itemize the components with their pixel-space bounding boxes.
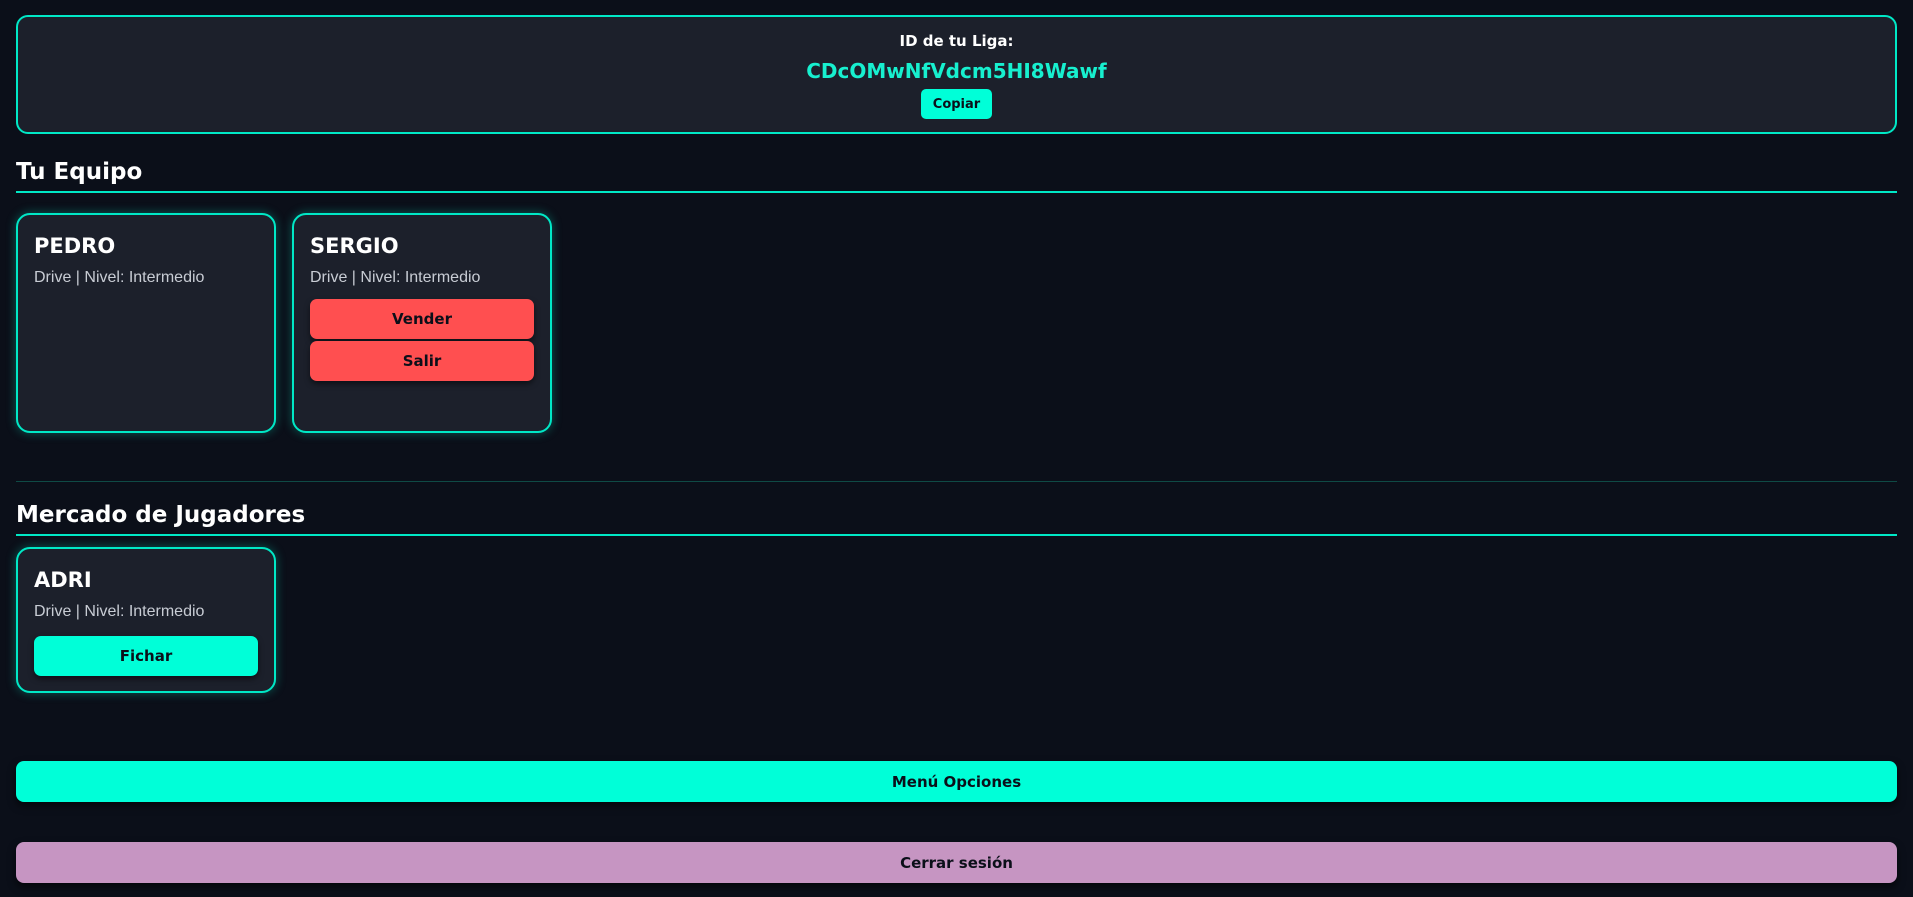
sell-button[interactable]: Vender bbox=[310, 299, 534, 339]
player-info: Drive | Nivel: Intermedio bbox=[34, 269, 205, 286]
player-name: SERGIO bbox=[310, 234, 399, 258]
league-id-label: ID de tu Liga: bbox=[899, 32, 1014, 50]
player-info: Drive | Nivel: Intermedio bbox=[34, 603, 205, 620]
copy-button[interactable]: Copiar bbox=[920, 89, 993, 119]
market-player-card-adri: ADRI Drive | Nivel: Intermedio Fichar bbox=[16, 547, 276, 693]
team-cards: PEDRO Drive | Nivel: Intermedio SERGIO D… bbox=[16, 213, 1897, 433]
market-cards: ADRI Drive | Nivel: Intermedio Fichar bbox=[16, 547, 1897, 693]
player-card-pedro: PEDRO Drive | Nivel: Intermedio bbox=[16, 213, 276, 433]
player-name: PEDRO bbox=[34, 234, 116, 258]
player-info: Drive | Nivel: Intermedio bbox=[310, 269, 481, 286]
section-divider bbox=[16, 481, 1897, 482]
sign-button[interactable]: Fichar bbox=[34, 636, 258, 676]
team-section-title: Tu Equipo bbox=[16, 158, 1897, 193]
league-id-panel: ID de tu Liga: CDcOMwNfVdcm5HI8Wawf Copi… bbox=[16, 15, 1897, 134]
player-card-sergio: SERGIO Drive | Nivel: Intermedio Vender … bbox=[292, 213, 552, 433]
page: ID de tu Liga: CDcOMwNfVdcm5HI8Wawf Copi… bbox=[0, 0, 1913, 897]
options-menu-button[interactable]: Menú Opciones bbox=[16, 761, 1897, 802]
logout-button[interactable]: Cerrar sesión bbox=[16, 842, 1897, 883]
league-id-value: CDcOMwNfVdcm5HI8Wawf bbox=[806, 59, 1107, 83]
leave-button[interactable]: Salir bbox=[310, 341, 534, 381]
player-name: ADRI bbox=[34, 568, 92, 592]
market-section-title: Mercado de Jugadores bbox=[16, 501, 1897, 536]
